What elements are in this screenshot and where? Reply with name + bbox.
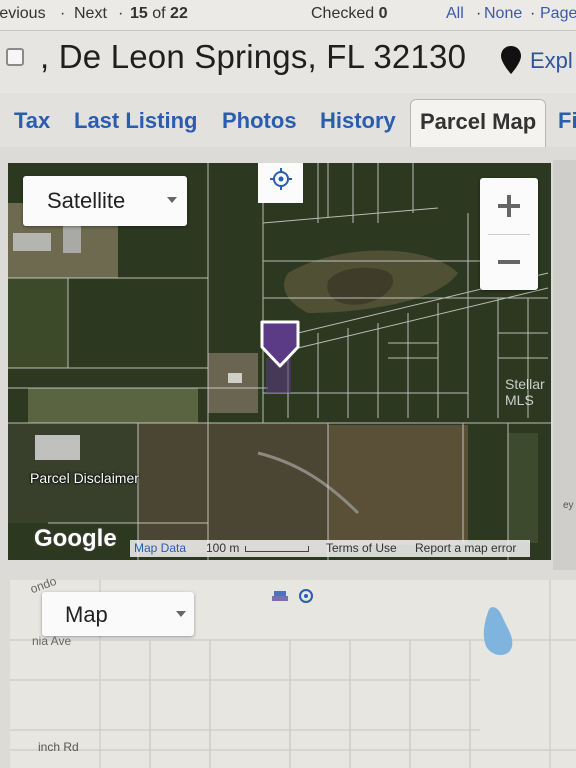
record-navigation: revious · Next · 15 of 22 Checked 0 All … xyxy=(0,0,576,31)
watermark: Stellar MLS xyxy=(505,376,545,408)
select-none-link[interactable]: None xyxy=(484,5,522,23)
checked-label: Checked xyxy=(311,5,375,22)
side-text: ey xyxy=(563,500,574,511)
zoom-in-button[interactable] xyxy=(480,178,538,234)
street-map-type-select[interactable]: Map xyxy=(42,592,194,636)
layers-icon[interactable] xyxy=(272,591,288,601)
next-link[interactable]: Next xyxy=(74,5,107,23)
map-data-link[interactable]: Map Data xyxy=(134,541,186,555)
record-current: 15 xyxy=(130,5,148,22)
map-pin-icon[interactable] xyxy=(500,45,522,75)
record-of: of xyxy=(152,5,166,22)
scale-label: 100 m xyxy=(206,541,240,555)
listing-address: , De Leon Springs, FL 32130 xyxy=(40,38,467,75)
tab-photos[interactable]: Photos xyxy=(222,108,297,134)
explore-link[interactable]: Expl xyxy=(530,48,573,74)
map-type-label: Satellite xyxy=(47,188,126,213)
tab-parcel-map[interactable]: Parcel Map xyxy=(410,99,546,147)
parcel-disclaimer-link[interactable]: Parcel Disclaimer xyxy=(30,470,139,486)
crosshair-icon[interactable] xyxy=(299,589,313,603)
google-logo: Google xyxy=(34,525,117,552)
previous-link[interactable]: revious xyxy=(0,5,46,23)
tab-more[interactable]: Fi xyxy=(558,108,576,134)
road-label: nia Ave xyxy=(32,634,72,648)
separator: · xyxy=(60,5,66,22)
separator: · xyxy=(118,5,124,22)
separator: · xyxy=(530,5,536,22)
checked-value: 0 xyxy=(378,5,388,22)
road-label: inch Rd xyxy=(38,740,79,754)
tab-last-listing[interactable]: Last Listing xyxy=(74,108,197,134)
record-counter: 15 of 22 xyxy=(130,5,188,23)
zoom-out-button[interactable] xyxy=(480,234,538,290)
separator: · xyxy=(476,5,482,22)
street-map-type-label: Map xyxy=(65,602,108,627)
plus-icon xyxy=(498,195,520,217)
select-page-link[interactable]: Page xyxy=(540,5,576,23)
map-footer: Map Data 100 m Terms of Use Report a map… xyxy=(130,540,530,557)
terms-of-use-link[interactable]: Terms of Use xyxy=(326,541,397,555)
record-total: 22 xyxy=(170,5,188,22)
checked-counter: Checked 0 xyxy=(311,5,388,23)
minus-icon xyxy=(498,260,520,264)
tab-tax[interactable]: Tax xyxy=(14,108,50,134)
crosshair-icon xyxy=(270,168,292,190)
chevron-down-icon xyxy=(167,197,177,203)
select-all-link[interactable]: All xyxy=(446,5,464,23)
scale-bar xyxy=(245,546,309,552)
zoom-control xyxy=(480,178,538,290)
tab-history[interactable]: History xyxy=(320,108,396,134)
property-marker-icon[interactable] xyxy=(259,319,301,369)
report-map-error-link[interactable]: Report a map error xyxy=(415,541,516,555)
locate-button[interactable] xyxy=(258,163,303,203)
map-type-select[interactable]: Satellite xyxy=(23,176,187,226)
select-checkbox[interactable] xyxy=(6,48,24,66)
street-map-tools xyxy=(272,589,313,603)
chevron-down-icon xyxy=(176,611,186,617)
